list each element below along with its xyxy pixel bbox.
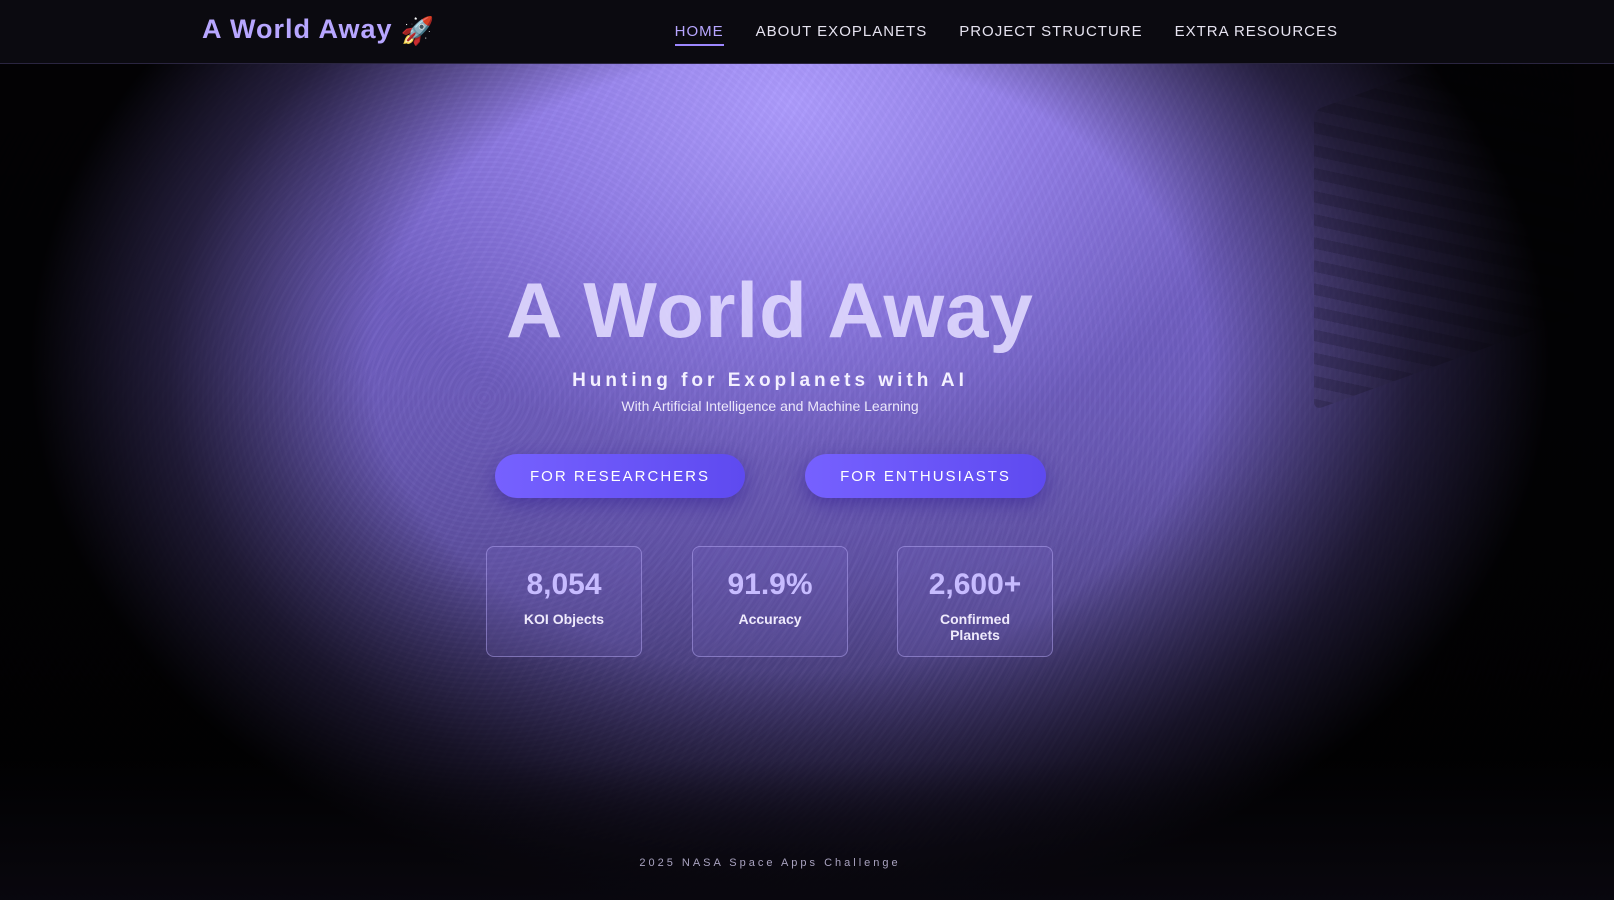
brand-logo[interactable]: A World Away 🚀 xyxy=(202,14,435,47)
stat-label: Confirmed Planets xyxy=(940,611,1010,643)
stat-label: KOI Objects xyxy=(523,611,605,627)
for-enthusiasts-button[interactable]: FOR ENTHUSIASTS xyxy=(805,454,1046,498)
bottom-fade xyxy=(0,760,1614,900)
stat-value: 2,600+ xyxy=(928,568,1022,601)
nav-link-extra-resources[interactable]: EXTRA RESOURCES xyxy=(1175,17,1338,46)
hero-tagline: With Artificial Intelligence and Machine… xyxy=(621,398,919,414)
hero-subtitle: Hunting for Exoplanets with AI xyxy=(572,370,968,391)
brand-name: A World Away xyxy=(202,14,393,44)
stat-value: 91.9% xyxy=(727,568,813,601)
nav-link-about-exoplanets[interactable]: ABOUT EXOPLANETS xyxy=(756,17,928,46)
stat-card-confirmed-planets: 2,600+ Confirmed Planets xyxy=(897,546,1053,657)
stat-card-accuracy: 91.9% Accuracy xyxy=(692,546,848,657)
stat-card-koi-objects: 8,054 KOI Objects xyxy=(486,546,642,657)
footer-credit: 2025 NASA Space Apps Challenge xyxy=(639,857,901,869)
stat-value: 8,054 xyxy=(526,568,602,601)
top-navbar: A World Away 🚀 HOME ABOUT EXOPLANETS PROJ… xyxy=(0,0,1614,64)
rocket-icon: 🚀 xyxy=(400,16,436,46)
nav-link-project-structure[interactable]: PROJECT STRUCTURE xyxy=(959,17,1142,46)
for-researchers-button[interactable]: FOR RESEARCHERS xyxy=(495,454,745,498)
nav-link-home[interactable]: HOME xyxy=(674,17,724,46)
page: A World Away 🚀 HOME ABOUT EXOPLANETS PROJ… xyxy=(0,0,1614,900)
nav-links: HOME ABOUT EXOPLANETS PROJECT STRUCTURE … xyxy=(674,0,1338,63)
stat-label: Accuracy xyxy=(738,611,802,627)
hero-title: A World Away xyxy=(506,266,1034,354)
